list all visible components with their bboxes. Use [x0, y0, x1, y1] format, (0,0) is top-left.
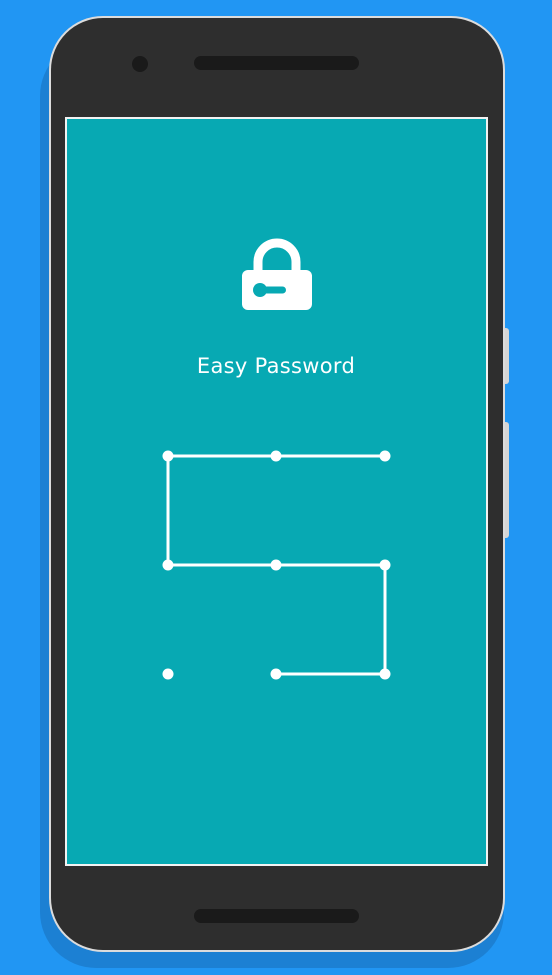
power-button: [503, 328, 509, 384]
pattern-node-9[interactable]: [379, 668, 391, 680]
pattern-node-3[interactable]: [379, 450, 391, 462]
background-stage: Easy Password: [0, 0, 552, 975]
app-title: Easy Password: [196, 354, 356, 378]
pattern-node-4[interactable]: [162, 559, 174, 571]
lock-icon: [242, 238, 312, 310]
pattern-node-7[interactable]: [162, 668, 174, 680]
pattern-node-2[interactable]: [270, 450, 282, 462]
bottom-speaker: [194, 909, 359, 923]
pattern-node-8[interactable]: [270, 668, 282, 680]
pattern-node-6[interactable]: [379, 559, 391, 571]
pattern-node-1[interactable]: [162, 450, 174, 462]
pattern-node-5[interactable]: [270, 559, 282, 571]
front-camera: [132, 56, 148, 72]
app-screen: [65, 117, 488, 866]
earpiece-speaker: [194, 56, 359, 70]
volume-button: [503, 422, 509, 538]
